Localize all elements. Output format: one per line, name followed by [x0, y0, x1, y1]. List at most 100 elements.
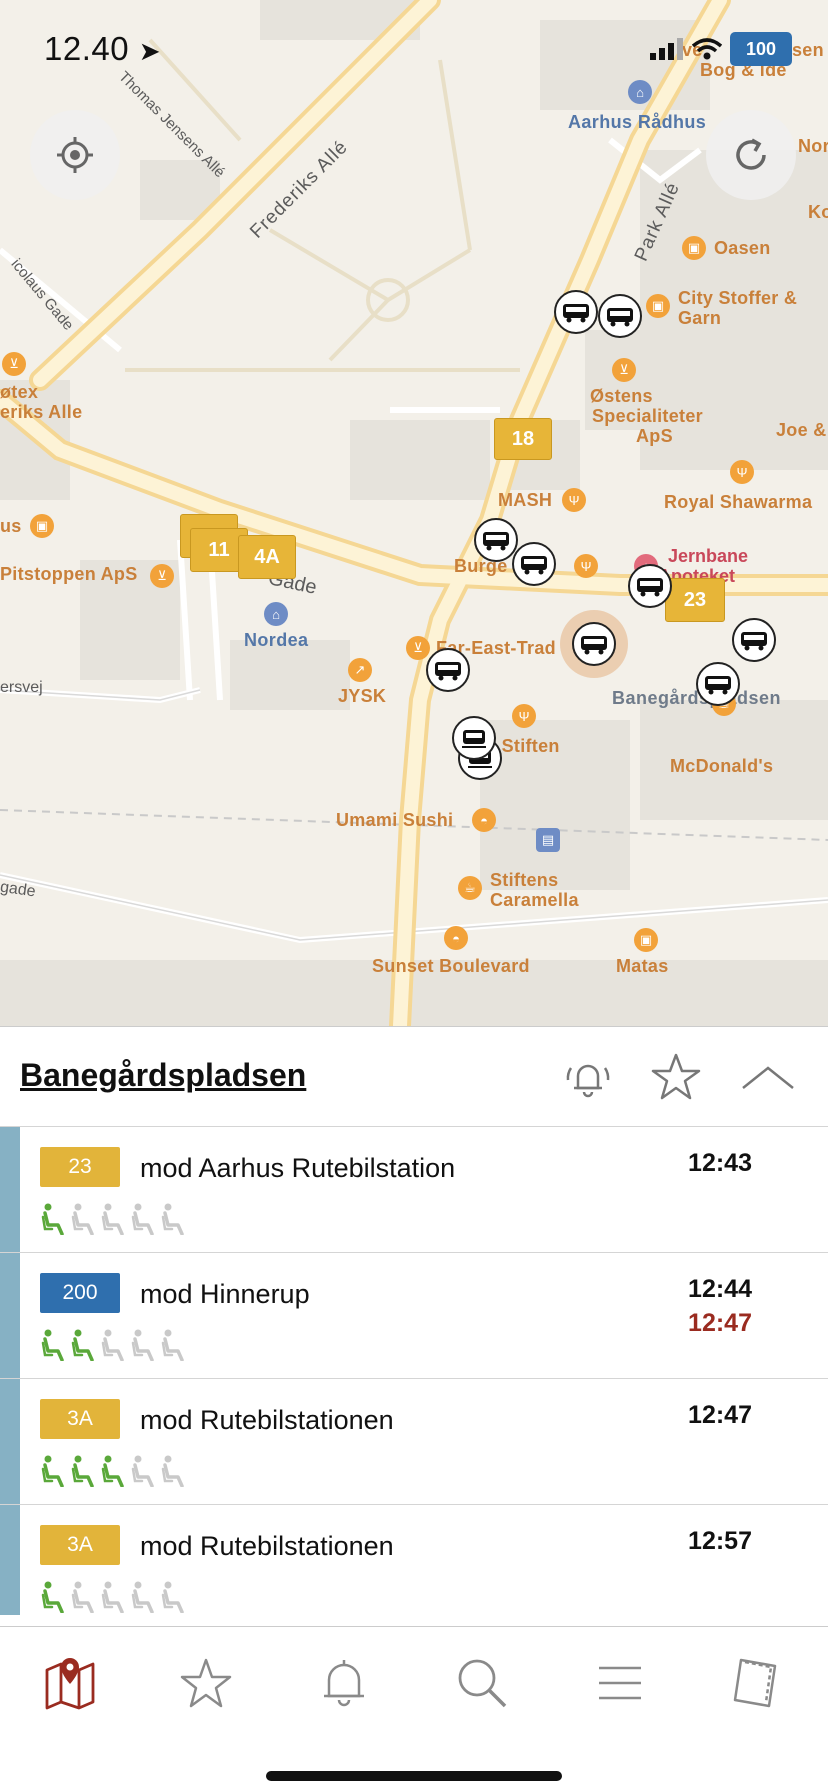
route-badge-4a[interactable]: 4A	[238, 535, 296, 579]
departure-destination: mod Hinnerup	[140, 1279, 310, 1309]
shop-icon: ▣	[634, 928, 658, 952]
search-icon	[458, 1659, 507, 1708]
tab-map[interactable]	[30, 1653, 110, 1713]
bus-stop-marker-selected[interactable]	[572, 622, 616, 666]
status-time-text: 12.40	[44, 30, 130, 67]
bus-stop-marker[interactable]	[732, 618, 776, 662]
departure-stripe	[0, 1379, 20, 1504]
favorite-button[interactable]	[646, 1049, 706, 1105]
seat-icon	[71, 1329, 94, 1361]
bus-stop-marker[interactable]	[628, 564, 672, 608]
bus-icon	[637, 578, 663, 597]
line-badge: 3A	[40, 1525, 120, 1565]
tram-stop-marker[interactable]	[452, 716, 496, 760]
tab-bar	[0, 1626, 828, 1792]
refresh-button[interactable]	[706, 110, 796, 200]
departure-destination: mod Rutebilstationen	[140, 1531, 394, 1561]
sushi-icon: ◓	[472, 808, 496, 832]
poi-sunset[interactable]: Sunset Boulevard	[372, 956, 530, 976]
poi-oasen[interactable]: Oasen	[714, 238, 771, 258]
restaurant-icon: Ψ	[562, 488, 586, 512]
tab-menu[interactable]	[580, 1653, 660, 1713]
poi-radhus[interactable]: Aarhus Rådhus	[568, 112, 706, 132]
poi-nordea[interactable]: Nordea	[244, 630, 308, 650]
stop-title[interactable]: Banegårdspladsen	[20, 1057, 306, 1094]
location-arrow-icon: ➤	[138, 36, 162, 66]
departure-row[interactable]: 3A mod Rutebilstationen 12:57	[0, 1505, 828, 1615]
bus-stop-marker[interactable]	[598, 294, 642, 338]
poi-pitstoppen[interactable]: Pitstoppen ApS	[0, 564, 138, 584]
poi-ostens[interactable]: Østens	[590, 386, 653, 406]
tab-favorites[interactable]	[166, 1653, 246, 1713]
shop-icon: ▣	[30, 514, 54, 538]
wifi-icon	[692, 38, 722, 60]
poi-sen: sen	[792, 40, 824, 60]
bus-stop-marker[interactable]	[696, 662, 740, 706]
line-badge: 23	[40, 1147, 120, 1187]
shop-icon: ▣	[646, 294, 670, 318]
status-icons: 100	[650, 32, 792, 66]
home-indicator	[266, 1771, 562, 1781]
departure-stripe	[0, 1505, 20, 1615]
star-icon	[180, 1658, 232, 1708]
cart-icon: ⊻	[2, 352, 26, 376]
poi-umami[interactable]: Umami Sushi	[336, 810, 453, 830]
route-badge-18[interactable]: 18	[494, 418, 552, 460]
chevron-up-icon	[742, 1066, 794, 1089]
tab-alerts[interactable]	[304, 1653, 384, 1713]
poi-us: us	[0, 516, 22, 536]
seat-icon	[131, 1581, 154, 1613]
seat-icon	[71, 1203, 94, 1235]
departure-row[interactable]: 200 mod Hinnerup 12:44 12:47	[0, 1253, 828, 1379]
poi-ostens-3: ApS	[636, 426, 673, 446]
poi-jernbane[interactable]: Jernbane	[668, 546, 748, 566]
map-view[interactable]: Frederiks Allé Park Allé Thomas Jensens …	[0, 0, 828, 1026]
train-station-icon: ▤	[536, 828, 560, 852]
bus-icon	[581, 636, 607, 655]
bus-stop-marker[interactable]	[474, 518, 518, 562]
departure-row[interactable]: 23 mod Aarhus Rutebilstation 12:43	[0, 1127, 828, 1253]
cafe-icon: ☕	[458, 876, 482, 900]
poi-joe[interactable]: Joe &	[776, 420, 827, 440]
poi-jysk[interactable]: JYSK	[338, 686, 386, 706]
tab-tickets[interactable]	[716, 1653, 796, 1713]
route-badge-23[interactable]: 23	[665, 578, 725, 622]
battery-badge-text: 100	[745, 38, 777, 59]
departure-row[interactable]: 3A mod Rutebilstationen 12:47	[0, 1379, 828, 1505]
star-icon	[651, 1053, 701, 1100]
tab-search[interactable]	[442, 1653, 522, 1713]
seat-icon	[71, 1581, 94, 1613]
occupancy-indicator	[40, 1203, 186, 1235]
poi-city-stoffer[interactable]: City Stoffer &	[678, 288, 797, 308]
bus-stop-marker[interactable]	[426, 648, 470, 692]
locate-me-button[interactable]	[30, 110, 120, 200]
collapse-button[interactable]	[738, 1049, 798, 1105]
bus-icon	[521, 556, 547, 575]
bus-stop-marker[interactable]	[512, 542, 556, 586]
battery-icon: 100	[730, 32, 792, 66]
bus-icon	[705, 676, 731, 695]
bell-alert-icon	[566, 1064, 610, 1098]
poi-royal-shawarma[interactable]: Royal Shawarma	[664, 492, 812, 512]
bus-stop-marker[interactable]	[554, 290, 598, 334]
stop-departures-panel: Banegårdspladsen 23 mod Aarhus Rutebilst…	[0, 1026, 828, 1626]
cart-icon: ⊻	[406, 636, 430, 660]
poi-ko: Ko	[808, 202, 828, 222]
poi-matas[interactable]: Matas	[616, 956, 669, 976]
town-hall-icon: ⌂	[628, 80, 652, 104]
departure-stripe	[0, 1127, 20, 1252]
seat-icon	[101, 1581, 124, 1613]
poi-nor: Nor	[798, 136, 828, 156]
map-pin-icon	[45, 1658, 95, 1710]
alarm-button[interactable]	[558, 1049, 618, 1105]
seat-icon	[131, 1455, 154, 1487]
seat-icon	[131, 1329, 154, 1361]
departure-time: 12:57	[688, 1527, 752, 1555]
poi-caramella[interactable]: Stiftens	[490, 870, 558, 890]
poi-fotex[interactable]: øtex	[0, 382, 38, 402]
poi-mcdonalds[interactable]: McDonald's	[670, 756, 773, 776]
tram-icon	[462, 730, 486, 748]
seat-icon	[161, 1203, 184, 1235]
poi-mash[interactable]: MASH	[498, 490, 552, 510]
bank-icon: ⌂	[264, 602, 288, 626]
